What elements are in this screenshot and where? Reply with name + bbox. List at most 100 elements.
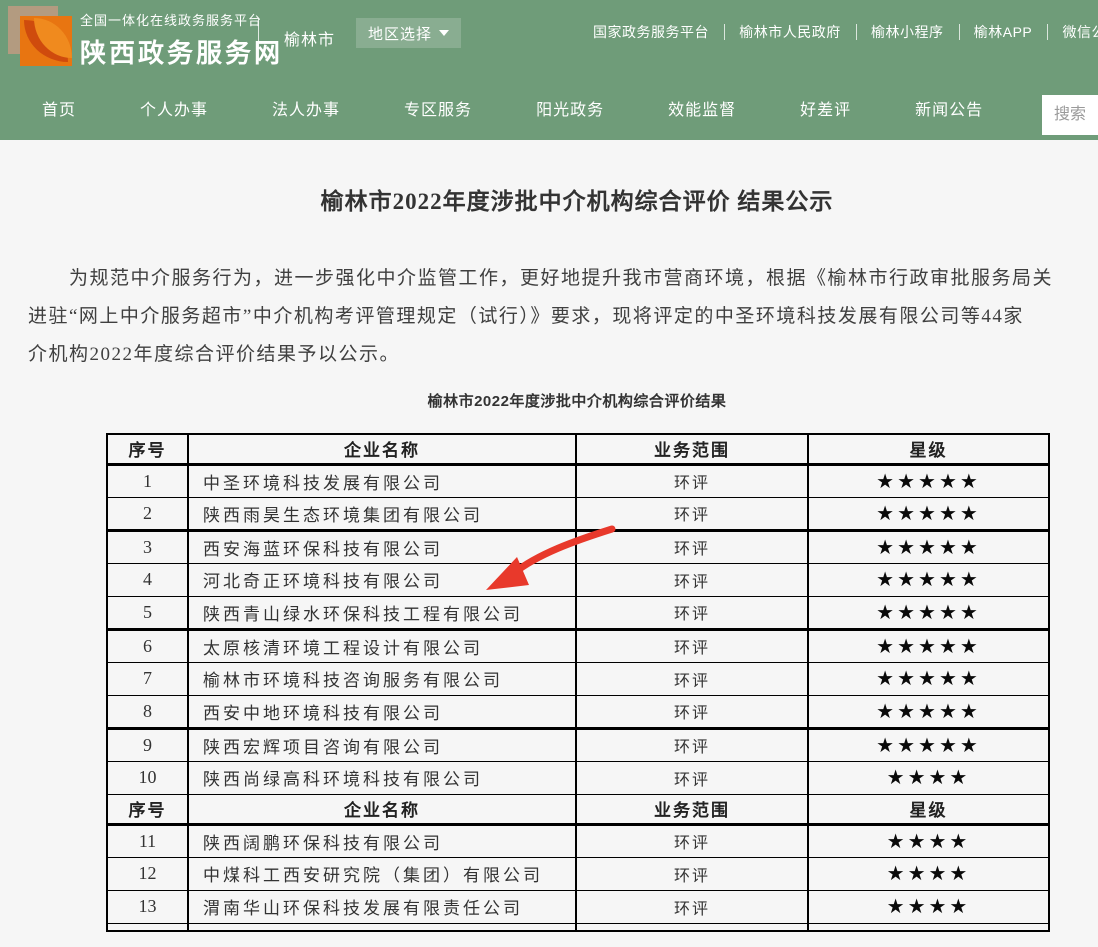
star-rating-cell: ★★★★★ [808, 629, 1049, 662]
table-row: 10陕西尚绿高科环境科技有限公司环评★★★★ [107, 761, 1049, 794]
empty-cell [808, 923, 1049, 931]
empty-cell [576, 923, 808, 931]
company-name-cell: 陕西雨昊生态环境集团有限公司 [188, 497, 576, 530]
company-name-cell: 中圣环境科技发展有限公司 [188, 464, 576, 497]
row-number-cell: 6 [107, 629, 188, 662]
table-row: 6太原核清环境工程设计有限公司环评★★★★★ [107, 629, 1049, 662]
business-scope-cell: 环评 [576, 596, 808, 629]
row-number-cell: 8 [107, 695, 188, 728]
table-row: 1中圣环境科技发展有限公司环评★★★★★ [107, 464, 1049, 497]
table-row: 12中煤科工西安研究院（集团）有限公司环评★★★★ [107, 857, 1049, 890]
row-number-cell: 1 [107, 464, 188, 497]
chevron-down-icon [439, 30, 449, 36]
row-number-cell: 5 [107, 596, 188, 629]
row-number-cell: 10 [107, 761, 188, 794]
column-header: 序号 [107, 434, 188, 464]
table-row-partial [107, 923, 1049, 931]
region-selector-button[interactable]: 地区选择 [356, 18, 461, 48]
nav-item[interactable]: 法人办事 [272, 96, 340, 120]
star-rating-cell: ★★★★★ [808, 530, 1049, 563]
table-row: 5陕西青山绿水环保科技工程有限公司环评★★★★★ [107, 596, 1049, 629]
company-name-cell: 太原核清环境工程设计有限公司 [188, 629, 576, 662]
page: { "colors":{ "header_green":"#6f9c79", "… [0, 0, 1098, 947]
nav-item[interactable]: 首页 [42, 96, 76, 120]
company-name-cell: 榆林市环境科技咨询服务有限公司 [188, 662, 576, 695]
header-divider [258, 18, 259, 60]
quick-links: 国家政务服务平台榆林市人民政府榆林小程序榆林APP微信公众号注册 [578, 22, 1098, 42]
announcement-article: 榆林市2022年度涉批中介机构综合评价 结果公示 为规范中介服务行为，进一步强化… [0, 140, 1098, 947]
business-scope-cell: 环评 [576, 824, 808, 857]
nav-item[interactable]: 专区服务 [404, 96, 472, 120]
star-rating-cell: ★★★★ [808, 824, 1049, 857]
row-number-cell: 7 [107, 662, 188, 695]
business-scope-cell: 环评 [576, 464, 808, 497]
site-name: 陕西政务服务网 [80, 33, 283, 70]
business-scope-cell: 环评 [576, 857, 808, 890]
star-rating-cell: ★★★★ [808, 890, 1049, 923]
table-header-row: 序号企业名称业务范围星级 [107, 434, 1049, 464]
region-selector-label: 地区选择 [368, 23, 432, 44]
row-number-cell: 12 [107, 857, 188, 890]
star-rating-cell: ★★★★★ [808, 695, 1049, 728]
business-scope-cell: 环评 [576, 695, 808, 728]
table-row: 7榆林市环境科技咨询服务有限公司环评★★★★★ [107, 662, 1049, 695]
quick-link[interactable]: 榆林小程序 [856, 22, 959, 42]
column-header: 企业名称 [188, 794, 576, 824]
table-header-row: 序号企业名称业务范围星级 [107, 794, 1049, 824]
star-rating-cell: ★★★★★ [808, 728, 1049, 761]
logo-orange-square [20, 16, 72, 66]
business-scope-cell: 环评 [576, 761, 808, 794]
table-row: 11陕西阔鹏环保科技有限公司环评★★★★ [107, 824, 1049, 857]
row-number-cell: 13 [107, 890, 188, 923]
quick-link[interactable]: 国家政务服务平台 [578, 22, 724, 42]
nav-item[interactable]: 阳光政务 [536, 96, 604, 120]
site-logo-icon[interactable] [8, 6, 72, 66]
table-row: 13渭南华山环保科技发展有限责任公司环评★★★★ [107, 890, 1049, 923]
paragraph-line: 为规范中介服务行为，进一步强化中介监管工作，更好地提升我市营商环境，根据《榆林市… [28, 260, 1098, 298]
column-header: 星级 [808, 794, 1049, 824]
star-rating-cell: ★★★★★ [808, 563, 1049, 596]
column-header: 序号 [107, 794, 188, 824]
business-scope-cell: 环评 [576, 662, 808, 695]
search-input[interactable] [1042, 95, 1098, 135]
main-nav: 首页 个人办事 法人办事 专区服务 阳光政务 效能监督 好差评 新闻公告 [0, 75, 1098, 140]
business-scope-cell: 环评 [576, 629, 808, 662]
nav-item[interactable]: 个人办事 [140, 96, 208, 120]
star-rating-cell: ★★★★ [808, 857, 1049, 890]
column-header: 业务范围 [576, 434, 808, 464]
table-row: 2陕西雨昊生态环境集团有限公司环评★★★★★ [107, 497, 1049, 530]
site-header: 全国一体化在线政务服务平台 陕西政务服务网 榆林市 地区选择 国家政务服务平台榆… [0, 0, 1098, 75]
table-row: 8西安中地环境科技有限公司环评★★★★★ [107, 695, 1049, 728]
company-name-cell: 西安海蓝环保科技有限公司 [188, 530, 576, 563]
nav-item[interactable]: 新闻公告 [915, 96, 983, 120]
nav-item[interactable]: 好差评 [800, 96, 851, 120]
table-caption: 榆林市2022年度涉批中介机构综合评价结果 [106, 390, 1048, 411]
table-row: 9陕西宏辉项目咨询有限公司环评★★★★★ [107, 728, 1049, 761]
quick-link[interactable]: 榆林市人民政府 [724, 22, 856, 42]
results-table-body: 序号企业名称业务范围星级1中圣环境科技发展有限公司环评★★★★★2陕西雨昊生态环… [107, 434, 1049, 931]
company-name-cell: 陕西宏辉项目咨询有限公司 [188, 728, 576, 761]
company-name-cell: 西安中地环境科技有限公司 [188, 695, 576, 728]
business-scope-cell: 环评 [576, 728, 808, 761]
company-name-cell: 陕西青山绿水环保科技工程有限公司 [188, 596, 576, 629]
empty-cell [107, 923, 188, 931]
column-header: 业务范围 [576, 794, 808, 824]
company-name-cell: 中煤科工西安研究院（集团）有限公司 [188, 857, 576, 890]
row-number-cell: 2 [107, 497, 188, 530]
star-rating-cell: ★★★★★ [808, 662, 1049, 695]
column-header: 星级 [808, 434, 1049, 464]
paragraph-line: 介机构2022年度综合评价结果予以公示。 [28, 336, 1098, 374]
company-name-cell: 渭南华山环保科技发展有限责任公司 [188, 890, 576, 923]
current-city-label: 榆林市 [284, 26, 335, 50]
nav-item[interactable]: 效能监督 [668, 96, 736, 120]
star-rating-cell: ★★★★ [808, 761, 1049, 794]
quick-link[interactable]: 榆林APP [959, 22, 1048, 42]
business-scope-cell: 环评 [576, 497, 808, 530]
results-table: 序号企业名称业务范围星级1中圣环境科技发展有限公司环评★★★★★2陕西雨昊生态环… [106, 433, 1050, 932]
company-name-cell: 陕西尚绿高科环境科技有限公司 [188, 761, 576, 794]
quick-link[interactable]: 微信公众号 [1048, 22, 1098, 42]
brand-text: 全国一体化在线政务服务平台 陕西政务服务网 [80, 10, 283, 70]
page-title: 榆林市2022年度涉批中介机构综合评价 结果公示 [0, 182, 1098, 216]
business-scope-cell: 环评 [576, 563, 808, 596]
company-name-cell: 陕西阔鹏环保科技有限公司 [188, 824, 576, 857]
